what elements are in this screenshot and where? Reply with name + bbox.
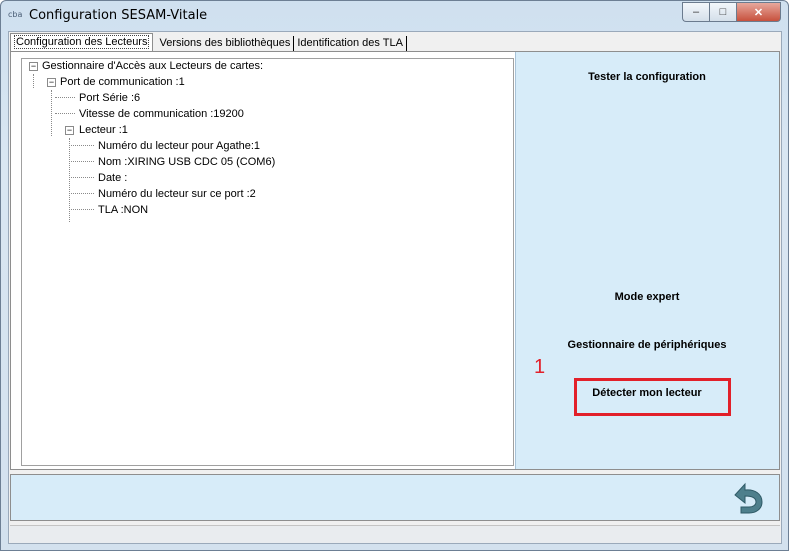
annotation-number: 1: [534, 356, 546, 378]
tree-connector: [69, 193, 94, 194]
action-panel: Tester la configuration Mode expert Gest…: [515, 52, 779, 469]
reader-tree[interactable]: − Gestionnaire d'Accès aux Lecteurs de c…: [21, 58, 514, 466]
tree-node-nom[interactable]: Nom :XIRING USB CDC 05 (COM6): [98, 156, 275, 169]
tree-connector: [33, 74, 34, 88]
title-bar[interactable]: cba Configuration SESAM-Vitale – □ ✕: [1, 1, 788, 31]
status-bar: [10, 525, 780, 543]
tab-label: Configuration des Lecteurs: [14, 35, 150, 49]
tree-connector: [69, 209, 94, 210]
back-arrow-icon: [734, 482, 763, 514]
close-icon: ✕: [753, 6, 764, 19]
close-button[interactable]: ✕: [736, 2, 781, 22]
maximize-icon: □: [719, 6, 727, 18]
minimize-icon: –: [692, 6, 700, 18]
tab-versions-bibliotheques[interactable]: Versions des bibliothèques: [156, 36, 295, 51]
caption-buttons: – □ ✕: [682, 2, 781, 22]
gestionnaire-peripheriques-button[interactable]: Gestionnaire de périphériques: [516, 339, 778, 351]
tree-connector: [69, 145, 94, 146]
window-title: Configuration SESAM-Vitale: [29, 8, 208, 23]
footer-bar: [10, 474, 780, 521]
collapse-icon[interactable]: −: [29, 62, 38, 71]
tree-connector: [55, 97, 75, 98]
tree-node-date[interactable]: Date :: [98, 172, 127, 185]
tab-configuration-lecteurs[interactable]: Configuration des Lecteurs: [10, 33, 154, 51]
tree-node-root[interactable]: Gestionnaire d'Accès aux Lecteurs de car…: [42, 60, 263, 73]
app-icon: cba: [8, 10, 23, 19]
tree-connector: [55, 113, 75, 114]
tester-configuration-button[interactable]: Tester la configuration: [516, 71, 778, 83]
tree-connector: [69, 177, 94, 178]
main-window: cba Configuration SESAM-Vitale – □ ✕ Con…: [0, 0, 789, 551]
tree-node-tla[interactable]: TLA :NON: [98, 204, 148, 217]
maximize-button[interactable]: □: [709, 2, 736, 22]
tab-panel: − Gestionnaire d'Accès aux Lecteurs de c…: [10, 51, 780, 470]
collapse-icon[interactable]: −: [65, 126, 74, 135]
back-button[interactable]: [727, 481, 765, 515]
mode-expert-button[interactable]: Mode expert: [516, 291, 778, 303]
tree-node-numero-agathe[interactable]: Numéro du lecteur pour Agathe:1: [98, 140, 260, 153]
tree-node-vitesse[interactable]: Vitesse de communication :19200: [79, 108, 244, 121]
tab-strip: Configuration des Lecteurs Versions des …: [10, 33, 407, 51]
tree-node-port-serie[interactable]: Port Série :6: [79, 92, 140, 105]
detecter-lecteur-button[interactable]: Détecter mon lecteur: [516, 387, 778, 399]
tree-connector: [51, 90, 52, 136]
tree-node-lecteur[interactable]: Lecteur :1: [79, 124, 128, 137]
tree-node-numero-port[interactable]: Numéro du lecteur sur ce port :2: [98, 188, 256, 201]
tree-node-port[interactable]: Port de communication :1: [60, 76, 185, 89]
collapse-icon[interactable]: −: [47, 78, 56, 87]
client-area: Configuration des Lecteurs Versions des …: [8, 31, 782, 544]
minimize-button[interactable]: –: [682, 2, 709, 22]
tree-connector: [69, 161, 94, 162]
tab-identification-tla[interactable]: Identification des TLA: [294, 36, 407, 51]
